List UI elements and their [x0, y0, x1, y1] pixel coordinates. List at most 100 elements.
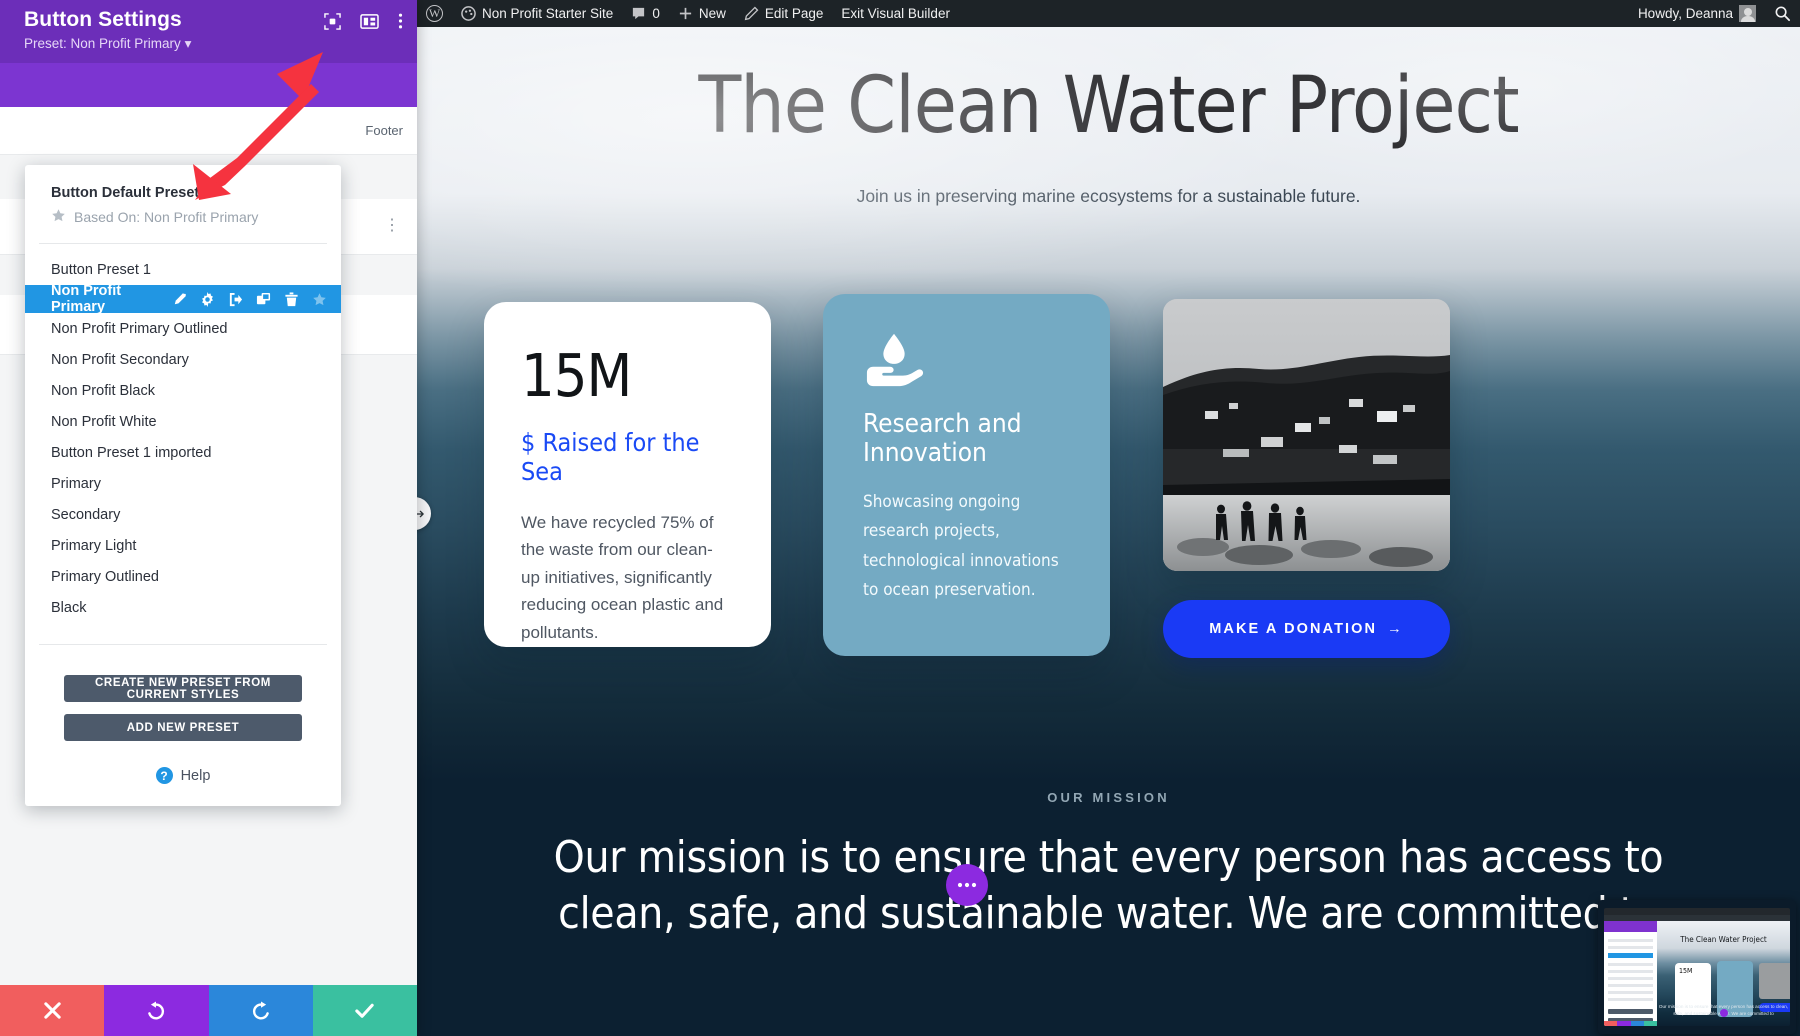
panel-header: Button Settings Preset: Non Profit Prima…: [0, 0, 417, 63]
thumb-selected-row: [1608, 953, 1653, 958]
chevron-down-icon: ▾: [184, 36, 192, 51]
stat-body-text: We have recycled 75% of the waste from o…: [521, 512, 724, 642]
panel-tab-strip: [0, 63, 417, 107]
preset-dropdown-footer: CREATE NEW PRESET FROM CURRENT STYLES AD…: [25, 645, 341, 741]
preset-item-label: Non Profit Primary: [51, 283, 122, 315]
thumb-row: [1608, 977, 1653, 980]
focus-target-icon[interactable]: [324, 12, 341, 30]
thumb-ellipsis-dot: [1719, 1009, 1728, 1017]
preset-item-button-preset-1-imported[interactable]: Button Preset 1 imported: [25, 437, 341, 468]
search-icon: [1774, 5, 1791, 22]
stat-card[interactable]: 15M $ Raised for the Sea We have recycle…: [484, 302, 771, 647]
panel-header-icons: [324, 12, 403, 30]
undo-button[interactable]: [104, 985, 209, 1036]
add-new-preset-button[interactable]: ADD NEW PRESET: [64, 714, 302, 741]
preset-item-label: Non Profit White: [51, 413, 157, 430]
research-card-body: Showcasing ongoing research projects, te…: [863, 492, 1059, 600]
preset-item-primary[interactable]: Primary: [25, 468, 341, 499]
star-icon[interactable]: [312, 292, 327, 307]
layout-columns-icon[interactable]: [360, 13, 379, 30]
preset-item-non-profit-black[interactable]: Non Profit Black: [25, 375, 341, 406]
preset-item-label: Primary Outlined: [51, 568, 159, 585]
preset-item-non-profit-white[interactable]: Non Profit White: [25, 406, 341, 437]
preset-item-secondary[interactable]: Secondary: [25, 499, 341, 530]
thumb-row: [1608, 991, 1653, 994]
adminbar-comments[interactable]: 0: [622, 0, 669, 27]
create-new-preset-from-current-styles-button[interactable]: CREATE NEW PRESET FROM CURRENT STYLES: [64, 675, 302, 702]
adminbar-new[interactable]: New: [669, 0, 735, 27]
adminbar-new-label: New: [698, 6, 726, 21]
adminbar-comment-count: 0: [652, 6, 660, 21]
trash-icon[interactable]: [284, 291, 299, 307]
preset-item-label: Button Preset 1 imported: [51, 444, 212, 461]
adminbar-exit-visual-builder-label: Exit Visual Builder: [841, 6, 950, 21]
vertical-dots-icon[interactable]: ⋮: [384, 218, 401, 234]
gear-icon[interactable]: [200, 291, 215, 307]
adminbar-search[interactable]: [1765, 0, 1800, 27]
preset-item-label: Button Preset 1: [51, 261, 151, 278]
settings-row-label: Footer: [365, 123, 403, 138]
default-preset-block[interactable]: Button Default Preset Based On: Non Prof…: [25, 183, 341, 226]
preset-item-label: Black: [51, 599, 87, 616]
avatar: [1739, 5, 1756, 22]
export-icon[interactable]: [228, 292, 243, 307]
thumb-page-title: The Clean Water Project: [1680, 935, 1767, 944]
thumb-settings-panel: [1604, 921, 1657, 1026]
cards-row: 15M $ Raised for the Sea We have recycle…: [417, 272, 1800, 658]
help-link[interactable]: ? Help: [25, 753, 341, 806]
preset-item-label: Non Profit Secondary: [51, 351, 189, 368]
preview-thumbnail-inner: The Clean Water Project 15M Our mission …: [1604, 908, 1790, 1026]
preset-item-button-preset-1[interactable]: Button Preset 1: [25, 254, 341, 285]
plus-icon: [678, 6, 693, 21]
thumb-panel-header: [1604, 921, 1657, 932]
button-settings-panel: Button Settings Preset: Non Profit Prima…: [0, 0, 417, 1036]
preset-item-primary-outlined[interactable]: Primary Outlined: [25, 561, 341, 592]
hero-section: The Clean Water Project Join us in prese…: [417, 27, 1800, 782]
visual-builder-canvas: The Clean Water Project Join us in prese…: [417, 27, 1800, 1036]
thumb-panel-actions: [1604, 1021, 1657, 1026]
preset-item-label: Primary: [51, 475, 101, 492]
make-a-donation-button[interactable]: MAKE A DONATION →: [1163, 600, 1450, 658]
hero-subtitle: Join us in preserving marine ecosystems …: [856, 186, 1361, 206]
adminbar-wp-logo[interactable]: W: [417, 0, 452, 27]
close-icon: [43, 1002, 61, 1019]
adminbar-howdy-label: Howdy, Deanna: [1637, 6, 1733, 21]
photo-card[interactable]: [1163, 299, 1450, 571]
adminbar-site-name[interactable]: Non Profit Starter Site: [452, 0, 622, 27]
stat-number: 15M: [521, 341, 632, 410]
ellipsis-icon: [957, 882, 977, 888]
preset-item-non-profit-secondary[interactable]: Non Profit Secondary: [25, 344, 341, 375]
preset-item-label: Secondary: [51, 506, 121, 523]
thumb-row: [1608, 946, 1653, 949]
mission-eyebrow: OUR MISSION: [1047, 790, 1170, 805]
thumb-browser-bar: [1604, 908, 1790, 915]
thumb-row: [1608, 963, 1653, 966]
water-drop-in-hand-icon: [863, 332, 925, 390]
mission-heading: Our mission is to ensure that every pers…: [553, 832, 1664, 940]
arrow-right-icon: →: [1387, 621, 1404, 637]
preview-thumbnail[interactable]: The Clean Water Project 15M Our mission …: [1598, 900, 1796, 1034]
preset-item-primary-light[interactable]: Primary Light: [25, 530, 341, 561]
preset-item-non-profit-primary-outlined[interactable]: Non Profit Primary Outlined: [25, 313, 341, 344]
preset-dropdown: Button Default Preset Based On: Non Prof…: [25, 165, 341, 806]
research-card-title: Research and Innovation: [863, 409, 1022, 469]
pencil-icon[interactable]: [172, 292, 187, 307]
preset-item-black[interactable]: Black: [25, 592, 341, 623]
save-button[interactable]: [312, 985, 417, 1036]
preset-list: Button Preset 1 Non Profit Primary Non P…: [25, 244, 341, 627]
cancel-button[interactable]: [0, 985, 105, 1036]
vertical-dots-icon[interactable]: [398, 12, 403, 30]
redo-button[interactable]: [208, 985, 313, 1036]
adminbar-edit-page[interactable]: Edit Page: [735, 0, 833, 27]
adminbar-site-name-label: Non Profit Starter Site: [482, 6, 614, 21]
adminbar-exit-visual-builder[interactable]: Exit Visual Builder: [832, 0, 959, 27]
floating-ellipsis-button[interactable]: [946, 864, 988, 906]
panel-body: Footer ⋮ Button Default Preset Based On:…: [0, 107, 417, 985]
panel-preset-selector[interactable]: Preset: Non Profit Primary ▾: [24, 36, 399, 52]
settings-row[interactable]: Footer: [0, 107, 417, 155]
research-card[interactable]: Research and Innovation Showcasing ongoi…: [823, 294, 1110, 656]
preset-item-non-profit-primary[interactable]: Non Profit Primary: [25, 283, 341, 315]
adminbar-my-account[interactable]: Howdy, Deanna: [1629, 0, 1765, 27]
duplicate-icon[interactable]: [256, 292, 271, 307]
stat-label: $ Raised for the Sea: [521, 428, 700, 486]
